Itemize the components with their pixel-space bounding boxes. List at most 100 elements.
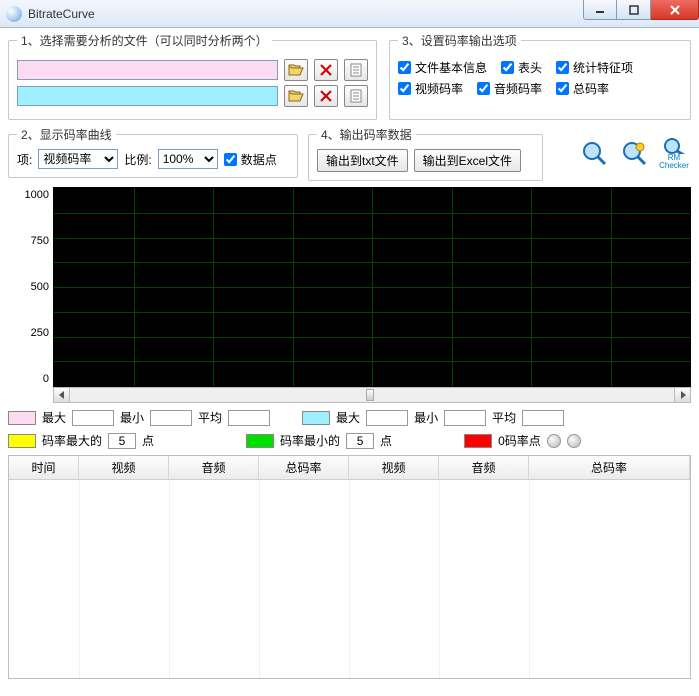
chk-datapoints[interactable]: 数据点: [224, 151, 277, 168]
chk-stats[interactable]: 统计特征项: [556, 59, 633, 76]
info-file-2-button[interactable]: [344, 85, 368, 107]
group3-legend: 3、设置码率输出选项: [398, 32, 521, 49]
th-time-1[interactable]: 时间: [9, 456, 79, 479]
folder-open-icon: [288, 89, 304, 103]
chk-audio-label: 音频码率: [494, 80, 542, 97]
chk-header[interactable]: 表头: [501, 59, 542, 76]
label-avg-1: 平均: [198, 409, 222, 426]
chk-fileinfo[interactable]: 文件基本信息: [398, 59, 487, 76]
scroll-track[interactable]: [70, 388, 674, 402]
chk-fileinfo-box[interactable]: [398, 61, 411, 74]
rm-checker-label2: Checker: [659, 162, 689, 170]
chevron-right-icon: [679, 391, 687, 399]
chk-header-label: 表头: [518, 59, 542, 76]
chart-y-axis: 1000 750 500 250 0: [8, 187, 53, 387]
browse-file-1-button[interactable]: [284, 59, 308, 81]
folder-open-icon: [288, 63, 304, 77]
label-project: 项:: [17, 151, 32, 168]
label-rate-min: 码率最小的: [280, 432, 340, 449]
document-icon: [350, 89, 362, 103]
select-ratio[interactable]: 100%: [158, 149, 218, 169]
chk-total-box[interactable]: [556, 82, 569, 95]
chk-fileinfo-label: 文件基本信息: [415, 59, 487, 76]
clear-file-2-button[interactable]: [314, 85, 338, 107]
stats-row-series1: 最大 最小 平均 最大 最小 平均: [8, 409, 691, 426]
label-ratio: 比例:: [124, 151, 151, 168]
th-audio-1[interactable]: 音频: [169, 456, 259, 479]
info-file-1-button[interactable]: [344, 59, 368, 81]
ytick-1000: 1000: [25, 189, 49, 201]
table-body[interactable]: [9, 480, 690, 679]
stats-row-extremes: 码率最大的 5 点 码率最小的 5 点 0码率点: [8, 432, 691, 449]
val-min-points[interactable]: 5: [346, 433, 374, 449]
titlebar: BitrateCurve: [0, 0, 699, 28]
tool-icon-2[interactable]: [617, 136, 651, 170]
label-rate-max: 码率最大的: [42, 432, 102, 449]
swatch-cyan: [302, 411, 330, 425]
maximize-button[interactable]: [617, 0, 651, 20]
group-output-options: 3、设置码率输出选项 文件基本信息 表头 统计特征项 视频码率 音频码率 总码率: [389, 32, 691, 120]
browse-file-2-button[interactable]: [284, 85, 308, 107]
clear-file-1-button[interactable]: [314, 59, 338, 81]
swatch-red: [464, 434, 492, 448]
close-button[interactable]: [651, 0, 699, 20]
scroll-left-button[interactable]: [54, 388, 70, 402]
minimize-button[interactable]: [583, 0, 617, 20]
group-output-data: 4、输出码率数据 输出到txt文件 输出到Excel文件: [308, 126, 543, 181]
group1-legend: 1、选择需要分析的文件（可以同时分析两个）: [17, 32, 272, 49]
window-controls: [583, 0, 699, 20]
select-project[interactable]: 视频码率: [38, 149, 118, 169]
chk-datapoints-box[interactable]: [224, 153, 237, 166]
rm-checker-button[interactable]: RM Checker: [657, 136, 691, 170]
th-total-1[interactable]: 总码率: [259, 456, 349, 479]
x-icon: [320, 90, 332, 102]
chk-total[interactable]: 总码率: [556, 80, 609, 97]
maximize-icon: [629, 5, 639, 15]
export-txt-button[interactable]: 输出到txt文件: [317, 149, 408, 172]
val-max-points[interactable]: 5: [108, 433, 136, 449]
file-input-1[interactable]: [17, 60, 278, 80]
chart-scrollbar[interactable]: [53, 387, 691, 403]
table-header: 时间 视频 音频 总码率 视频 音频 总码率: [9, 456, 690, 480]
chart-canvas[interactable]: [53, 187, 691, 387]
group2-legend: 2、显示码率曲线: [17, 126, 116, 143]
ytick-750: 750: [31, 235, 49, 247]
val-max-1: [72, 410, 114, 426]
val-avg-2: [522, 410, 564, 426]
export-excel-button[interactable]: 输出到Excel文件: [414, 149, 521, 172]
chk-video-label: 视频码率: [415, 80, 463, 97]
th-video-1[interactable]: 视频: [79, 456, 169, 479]
chk-header-box[interactable]: [501, 61, 514, 74]
x-icon: [320, 64, 332, 76]
scroll-right-button[interactable]: [674, 388, 690, 402]
chk-stats-box[interactable]: [556, 61, 569, 74]
chk-audio[interactable]: 音频码率: [477, 80, 542, 97]
group-select-files: 1、选择需要分析的文件（可以同时分析两个）: [8, 32, 377, 120]
label-zero-rate: 0码率点: [498, 432, 541, 449]
chk-video-box[interactable]: [398, 82, 411, 95]
file-input-2[interactable]: [17, 86, 278, 106]
th-video-2[interactable]: 视频: [349, 456, 439, 479]
group-display-curve: 2、显示码率曲线 项: 视频码率 比例: 100% 数据点: [8, 126, 298, 178]
th-total-2[interactable]: 总码率: [529, 456, 690, 479]
label-points-2: 点: [380, 432, 392, 449]
data-table: 时间 视频 音频 总码率 视频 音频 总码率: [8, 455, 691, 679]
label-points-1: 点: [142, 432, 154, 449]
magnifier-gear-icon: [620, 139, 648, 167]
chart-area: 1000 750 500 250 0: [8, 187, 691, 387]
val-min-1: [150, 410, 192, 426]
chk-datapoints-label: 数据点: [241, 151, 277, 168]
chk-stats-label: 统计特征项: [573, 59, 633, 76]
chk-total-label: 总码率: [573, 80, 609, 97]
chk-audio-box[interactable]: [477, 82, 490, 95]
th-audio-2[interactable]: 音频: [439, 456, 529, 479]
scroll-thumb[interactable]: [366, 389, 374, 401]
ytick-0: 0: [43, 373, 49, 385]
label-max-2: 最大: [336, 409, 360, 426]
tool-icon-1[interactable]: [577, 136, 611, 170]
chk-video[interactable]: 视频码率: [398, 80, 463, 97]
app-icon: [6, 6, 22, 22]
indicator-2: [567, 434, 581, 448]
minimize-icon: [595, 5, 605, 15]
val-min-2: [444, 410, 486, 426]
